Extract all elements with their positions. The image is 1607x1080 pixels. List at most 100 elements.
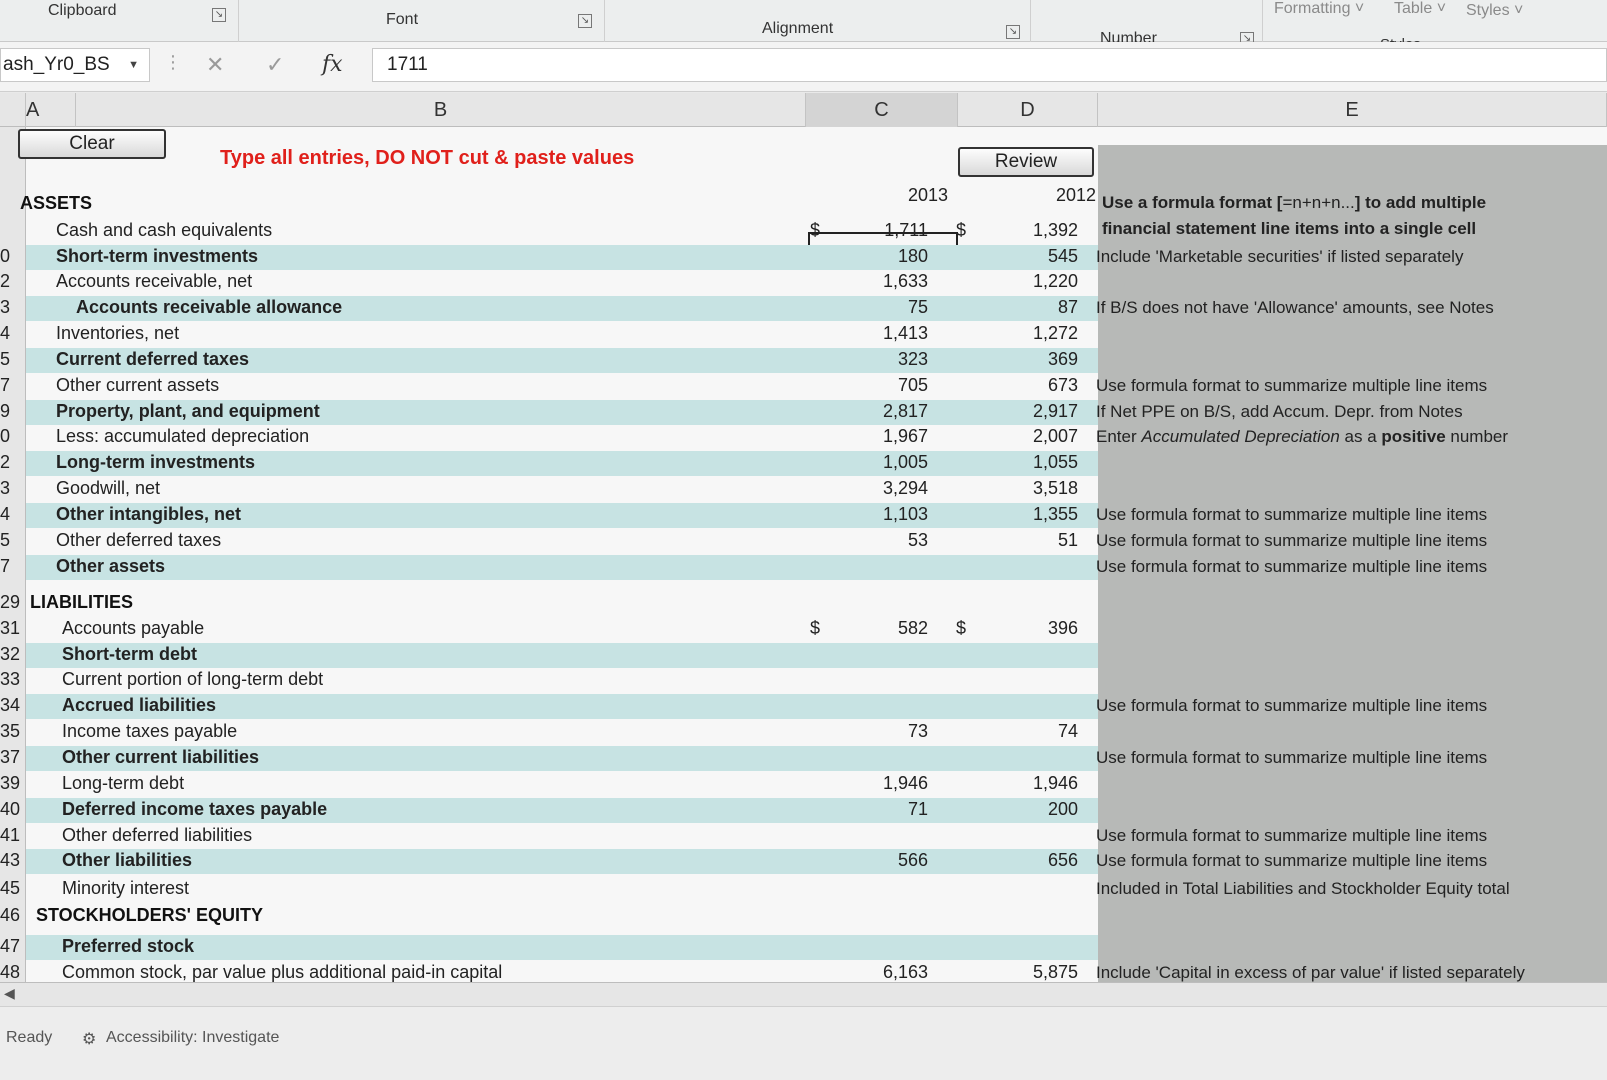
value-2012-cell[interactable]: 369 [968,349,1078,370]
clipboard-launcher-icon[interactable]: ↘ [212,8,226,22]
value-2012-cell[interactable]: 87 [968,297,1078,318]
column-header-c[interactable]: C [806,93,958,127]
table-row: Property, plant, and equipment 2,817 2,917 [26,400,1098,425]
value-2013-cell[interactable]: 2,817 [818,401,928,422]
value-2013-cell[interactable]: 1,633 [818,271,928,292]
name-box[interactable]: ash_Yr0_BS ▼ [0,48,150,82]
row-number[interactable]: 7 [0,556,26,577]
row-number[interactable]: 9 [0,401,26,422]
accessibility-icon[interactable]: ⚙ [82,1029,96,1049]
row-number[interactable]: 45 [0,878,26,899]
row-number[interactable]: 33 [0,669,26,690]
value-2012-cell[interactable]: 5,875 [968,962,1078,982]
worksheet-grid[interactable]: 0 2 3 4 5 7 9 0 2 3 4 5 7 31 32 33 34 35 37 39 40 41 43 45 47 48 2… [0,127,1607,982]
row-number[interactable]: 2 [0,452,26,473]
enter-icon[interactable]: ✓ [266,52,284,78]
value-2012-cell[interactable]: 1,355 [968,504,1078,525]
row-label: Common stock, par value plus additional … [62,962,503,982]
row-number[interactable]: 7 [0,375,26,396]
row-number[interactable]: 43 [0,850,26,871]
value-2013-cell[interactable]: 3,294 [818,478,928,499]
column-header-e[interactable]: E [1098,93,1607,127]
value-2013-cell[interactable]: 75 [818,297,928,318]
value-2013-cell[interactable]: 53 [818,530,928,551]
value-2013-cell[interactable]: 705 [818,375,928,396]
value-2013-cell[interactable]: 323 [818,349,928,370]
value-2012-cell[interactable]: 656 [968,850,1078,871]
value-2012-cell[interactable]: 2,007 [968,426,1078,447]
row-number[interactable]: 0 [0,246,26,267]
row-number[interactable]: 4 [0,323,26,344]
column-header-a[interactable]: A [26,93,76,127]
value-2013-cell[interactable]: 1,967 [818,426,928,447]
row-number[interactable]: 3 [0,297,26,318]
font-launcher-icon[interactable]: ↘ [578,14,592,28]
row-number[interactable]: 0 [0,426,26,447]
value-2012-cell[interactable]: 2,917 [968,401,1078,422]
row-number[interactable]: 29 [0,592,26,613]
value-2013-cell[interactable]: 1,103 [818,504,928,525]
row-number[interactable]: 31 [0,618,26,639]
row-number[interactable]: 41 [0,825,26,846]
insert-function-icon[interactable]: fx [322,52,343,77]
row-number[interactable]: 39 [0,773,26,794]
row-number[interactable]: 3 [0,478,26,499]
chevron-down-icon[interactable]: ▼ [128,49,139,81]
row-number[interactable]: 48 [0,962,26,982]
value-2012-cell[interactable]: 1,946 [968,773,1078,794]
value-2012-cell[interactable]: 545 [968,246,1078,267]
value-2012-cell[interactable]: 1,392 [968,220,1078,241]
row-number[interactable]: 5 [0,530,26,551]
value-2012-cell[interactable]: 1,055 [968,452,1078,473]
row-number[interactable]: 40 [0,799,26,820]
scroll-left-icon[interactable]: ◀ [4,985,15,1002]
formula-input[interactable]: 1711 [372,48,1607,82]
value-2013-cell[interactable]: 6,163 [818,962,928,982]
row-number[interactable]: 37 [0,747,26,768]
value-2012-cell[interactable]: 1,272 [968,323,1078,344]
value-2013-cell[interactable]: 1,005 [818,452,928,473]
value-2013-cell[interactable]: 71 [818,799,928,820]
review-button[interactable]: Review [958,147,1094,177]
row-number[interactable]: 34 [0,695,26,716]
value-2013-cell[interactable]: 73 [818,721,928,742]
currency-sign: $ [956,618,967,638]
cancel-icon[interactable]: ✕ [206,52,224,78]
more-options-icon[interactable]: ⋮ [164,52,182,73]
column-header-b[interactable]: B [76,93,806,127]
value-2012-cell[interactable]: 3,518 [968,478,1078,499]
value-2013-cell[interactable]: 582 [818,618,928,639]
row-number[interactable]: 32 [0,644,26,665]
table-row: Goodwill, net 3,294 3,518 [26,477,1098,502]
value-2012-cell[interactable]: 1,220 [968,271,1078,292]
value-2012-cell[interactable]: 51 [968,530,1078,551]
value-2013-cell[interactable]: 1,711 [818,220,928,241]
row-number[interactable]: 2 [0,271,26,292]
select-all-corner[interactable] [0,93,26,127]
row-number[interactable]: 35 [0,721,26,742]
group-clipboard-label: Clipboard [48,2,117,19]
value-2013-cell[interactable]: 180 [818,246,928,267]
value-2012-cell[interactable]: 74 [968,721,1078,742]
table-row: Other current assets 705 673 [26,374,1098,399]
row-number[interactable]: 4 [0,504,26,525]
format-as-table-dropdown[interactable]: Table ˅ [1394,0,1446,18]
row-number[interactable]: 5 [0,349,26,370]
value-2012-cell[interactable]: 673 [968,375,1078,396]
formula-instruction-note: Use a formula format [=n+n+n...] to add … [1102,193,1487,212]
row-number[interactable]: 46 [0,905,26,926]
cell-styles-dropdown[interactable]: Styles ˅ [1466,2,1523,20]
clear-button[interactable]: Clear [18,129,166,159]
value-2012-cell[interactable]: 200 [968,799,1078,820]
horizontal-scrollbar[interactable]: ◀ [0,982,1607,1006]
conditional-formatting-dropdown[interactable]: Formatting ˅ [1274,0,1364,18]
row-note: Use formula format to summarize multiple… [1096,826,1488,845]
accessibility-status[interactable]: Accessibility: Investigate [106,1029,279,1047]
value-2013-cell[interactable]: 1,413 [818,323,928,344]
column-header-d[interactable]: D [958,93,1098,127]
value-2012-cell[interactable]: 396 [968,618,1078,639]
value-2013-cell[interactable]: 1,946 [818,773,928,794]
row-number[interactable]: 47 [0,936,26,957]
alignment-launcher-icon[interactable]: ↘ [1006,25,1020,39]
value-2013-cell[interactable]: 566 [818,850,928,871]
